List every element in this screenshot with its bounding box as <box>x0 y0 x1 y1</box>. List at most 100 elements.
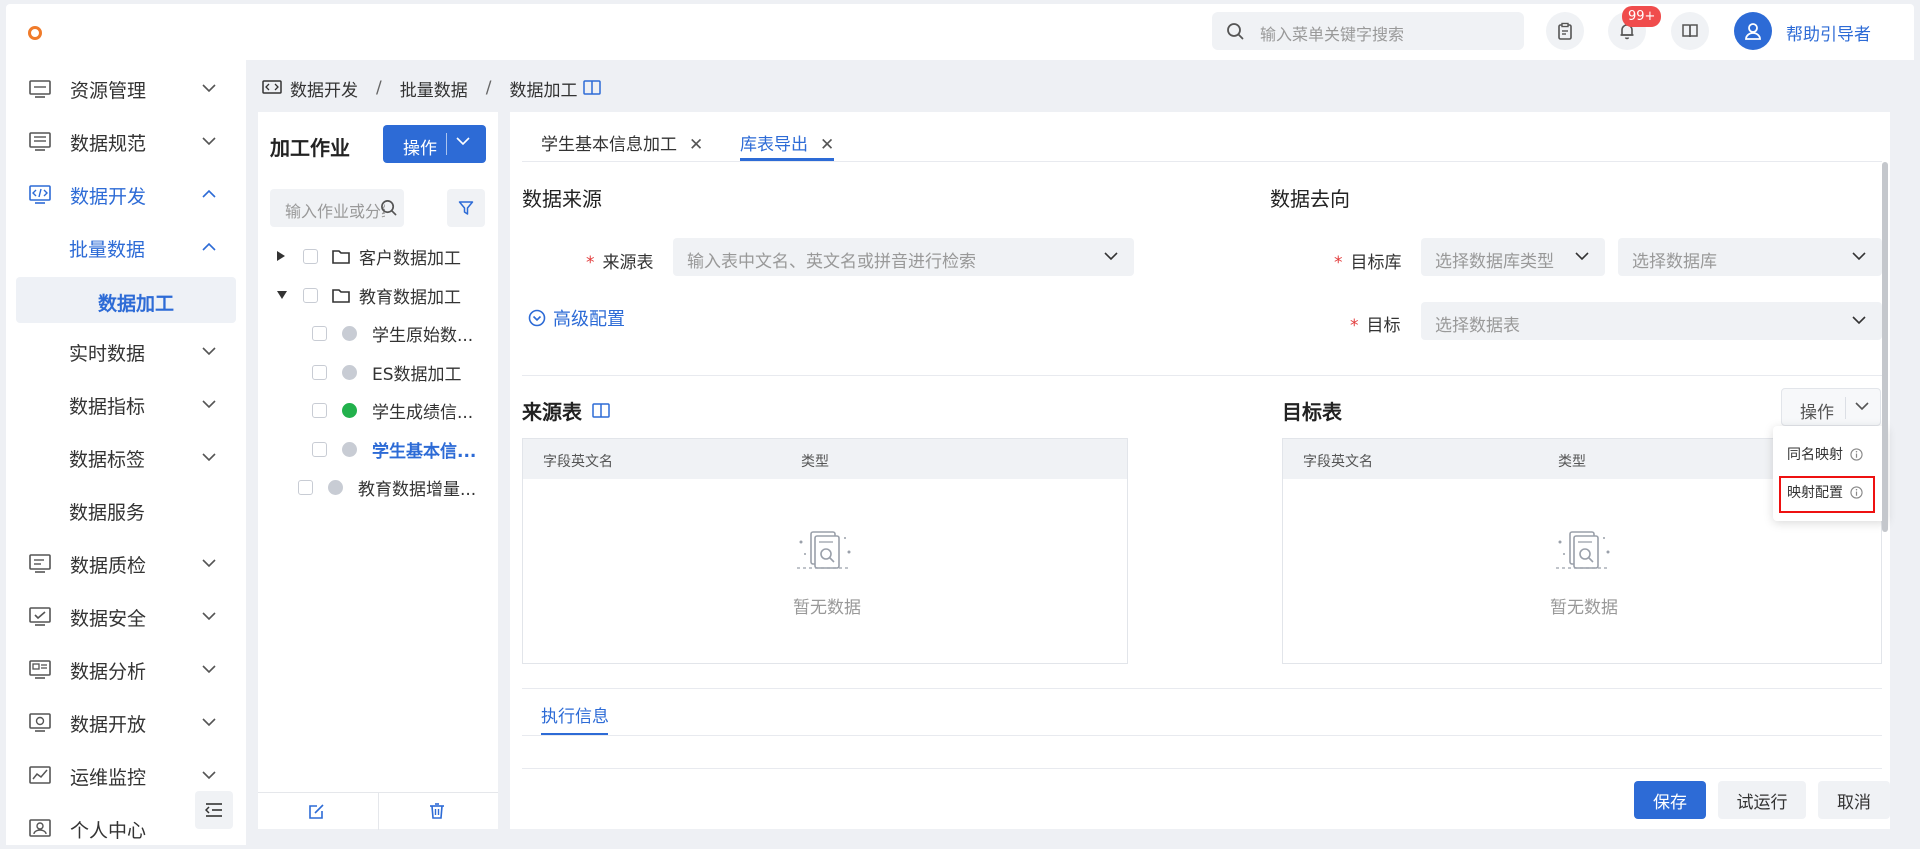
source-table-label: * 来源表 <box>586 253 654 273</box>
chevron-down-icon <box>202 717 216 727</box>
info-icon <box>1850 447 1863 461</box>
job-operation-button[interactable]: 操作 <box>383 125 486 163</box>
tree-job[interactable]: 学生原始数... <box>312 318 473 348</box>
chevron-down-icon <box>202 83 216 93</box>
tree-job-selected[interactable]: 学生基本信... <box>312 434 476 464</box>
tab-execution-info[interactable]: 执行信息 <box>541 702 609 727</box>
help-book-button[interactable] <box>1671 12 1709 50</box>
chevron-down-icon <box>202 558 216 568</box>
tabs-divider <box>522 161 1882 162</box>
sidebar-item-data-analysis[interactable]: 数据分析 <box>6 645 246 695</box>
menu-fold-icon <box>205 802 223 818</box>
chevron-down-icon <box>1104 251 1118 261</box>
clipboard-icon <box>1556 22 1574 40</box>
search-placeholder: 输入菜单关键字搜索 <box>1260 25 1405 44</box>
tree-label: 教育数据加工 <box>359 287 461 308</box>
open-icon <box>29 713 51 733</box>
divider <box>522 375 1882 376</box>
trash-icon[interactable] <box>428 802 446 820</box>
caret-down-icon[interactable] <box>276 290 288 300</box>
tree-checkbox[interactable] <box>312 325 327 341</box>
status-dot <box>328 479 343 495</box>
book-open-icon[interactable] <box>583 80 602 96</box>
caret-right-icon[interactable] <box>276 250 286 262</box>
tree-checkbox[interactable] <box>312 402 327 418</box>
tree-label: 教育数据增量... <box>358 479 477 500</box>
tree-label: 客户数据加工 <box>359 248 461 269</box>
tree-folder[interactable]: 客户数据加工 <box>276 241 461 271</box>
collapse-sidebar-button[interactable] <box>195 791 233 829</box>
menu-item-same-name-mapping[interactable]: 同名映射 <box>1787 444 1863 464</box>
tree-job[interactable]: ES数据加工 <box>312 357 462 387</box>
edit-icon[interactable] <box>308 802 326 820</box>
sidebar-item-data-metrics[interactable]: 数据指标 <box>6 380 246 430</box>
breadcrumb-item[interactable]: 数据开发 <box>290 76 358 101</box>
menu-search-input[interactable]: 输入菜单关键字搜索 <box>1212 12 1524 50</box>
target-label: * 目标 <box>1350 316 1401 336</box>
filter-button[interactable] <box>447 189 485 227</box>
tree-checkbox[interactable] <box>312 364 327 380</box>
tab-table-export[interactable]: 库表导出 ✕ <box>740 130 834 160</box>
tree-job[interactable]: 学生成绩信... <box>312 395 473 425</box>
active-tab-indicator <box>740 158 834 161</box>
scrollbar[interactable] <box>1882 162 1888 532</box>
sidebar-item-data-dev[interactable]: 数据开发 <box>6 170 246 220</box>
chart-line-icon <box>29 766 51 786</box>
sidebar-item-realtime-data[interactable]: 实时数据 <box>6 327 246 377</box>
tree-checkbox[interactable] <box>303 248 318 264</box>
db-select[interactable]: 选择数据库 <box>1618 238 1882 276</box>
search-icon <box>380 199 397 216</box>
sidebar-item-data-open[interactable]: 数据开放 <box>6 698 246 748</box>
chevron-down-icon <box>1852 315 1866 325</box>
logo <box>28 26 42 40</box>
clipboard-button[interactable] <box>1546 12 1584 50</box>
empty-data-icon <box>1552 528 1614 572</box>
username[interactable]: 帮助引导者 <box>1786 20 1871 45</box>
book-icon <box>1681 22 1699 40</box>
sidebar-item-resource-mgmt[interactable]: 资源管理 <box>6 64 246 114</box>
breadcrumb-item[interactable]: 批量数据 <box>400 76 468 101</box>
sidebar-item-data-quality[interactable]: 数据质检 <box>6 539 246 589</box>
server-icon <box>29 79 51 99</box>
chevron-up-icon <box>202 189 216 199</box>
chevron-down-icon <box>456 136 470 146</box>
tree-folder[interactable]: 教育数据加工 <box>276 280 461 310</box>
advanced-config-toggle[interactable]: 高级配置 <box>528 305 625 331</box>
filter-icon <box>458 200 474 216</box>
trial-run-button[interactable]: 试运行 <box>1718 781 1806 819</box>
empty-text: 暂无数据 <box>793 598 861 618</box>
close-icon[interactable]: ✕ <box>689 135 703 155</box>
sidebar-item-data-standard[interactable]: 数据规范 <box>6 117 246 167</box>
table-header: 字段英文名 类型 <box>523 439 1127 479</box>
close-icon[interactable]: ✕ <box>820 135 834 155</box>
target-operation-button[interactable]: 操作 <box>1781 388 1881 426</box>
sidebar-item-data-service[interactable]: 数据服务 <box>6 486 246 536</box>
sidebar-item-data-processing[interactable]: 数据加工 <box>16 277 236 323</box>
sidebar-item-batch-data[interactable]: 批量数据 <box>6 223 246 273</box>
tree-job[interactable]: 教育数据增量... <box>298 472 476 502</box>
search-icon <box>1226 22 1244 40</box>
chevron-down-icon <box>1855 401 1869 411</box>
target-table-select[interactable]: 选择数据表 <box>1421 302 1882 340</box>
dest-title: 数据去向 <box>1270 187 1350 211</box>
avatar[interactable] <box>1734 12 1772 50</box>
book-open-icon[interactable] <box>592 402 610 419</box>
tree-checkbox[interactable] <box>298 479 313 495</box>
cancel-button[interactable]: 取消 <box>1818 781 1890 819</box>
save-button[interactable]: 保存 <box>1634 781 1706 819</box>
chevron-circle-down-icon <box>528 309 546 327</box>
sidebar-item-data-security[interactable]: 数据安全 <box>6 592 246 642</box>
code-icon <box>29 185 51 205</box>
source-table-select[interactable]: 输入表中文名、英文名或拼音进行检索 <box>673 238 1134 276</box>
tab-student-basic-info[interactable]: 学生基本信息加工 ✕ <box>541 130 703 160</box>
target-table-title: 目标表 <box>1282 400 1342 424</box>
db-type-select[interactable]: 选择数据库类型 <box>1421 238 1605 276</box>
tree-label: ES数据加工 <box>372 364 462 385</box>
tree-checkbox[interactable] <box>312 441 327 457</box>
job-search-input[interactable]: 输入作业或分组 <box>270 189 404 227</box>
sidebar-item-data-tags[interactable]: 数据标签 <box>6 433 246 483</box>
divider <box>522 735 1882 736</box>
code-icon <box>262 80 282 96</box>
user-icon <box>1743 21 1763 41</box>
tree-checkbox[interactable] <box>303 287 318 303</box>
